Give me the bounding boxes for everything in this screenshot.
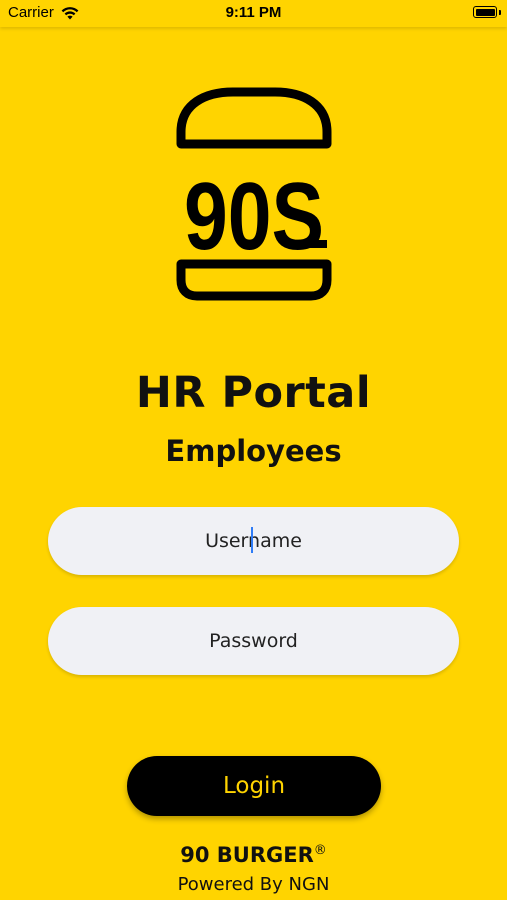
page-title: HR Portal	[135, 368, 372, 418]
brand-label: 90 BURGER	[180, 843, 314, 867]
battery-tip	[499, 10, 501, 15]
text-caret	[251, 527, 253, 553]
username-field[interactable]	[48, 507, 459, 575]
burger-logo-icon: 90S	[176, 87, 332, 301]
page-subtitle: Employees	[165, 434, 342, 468]
brand-name: 90 BURGER®	[0, 843, 507, 867]
status-bar: Carrier 9:11 PM	[0, 0, 507, 27]
powered-by: Powered By NGN	[177, 874, 330, 895]
logo-text: 90S	[184, 163, 324, 270]
battery-icon	[473, 6, 497, 18]
battery-level	[475, 8, 495, 16]
status-time: 9:11 PM	[225, 4, 282, 21]
registered-mark: ®	[313, 843, 327, 858]
login-button[interactable]: Login	[127, 756, 381, 816]
password-field[interactable]	[48, 607, 459, 675]
